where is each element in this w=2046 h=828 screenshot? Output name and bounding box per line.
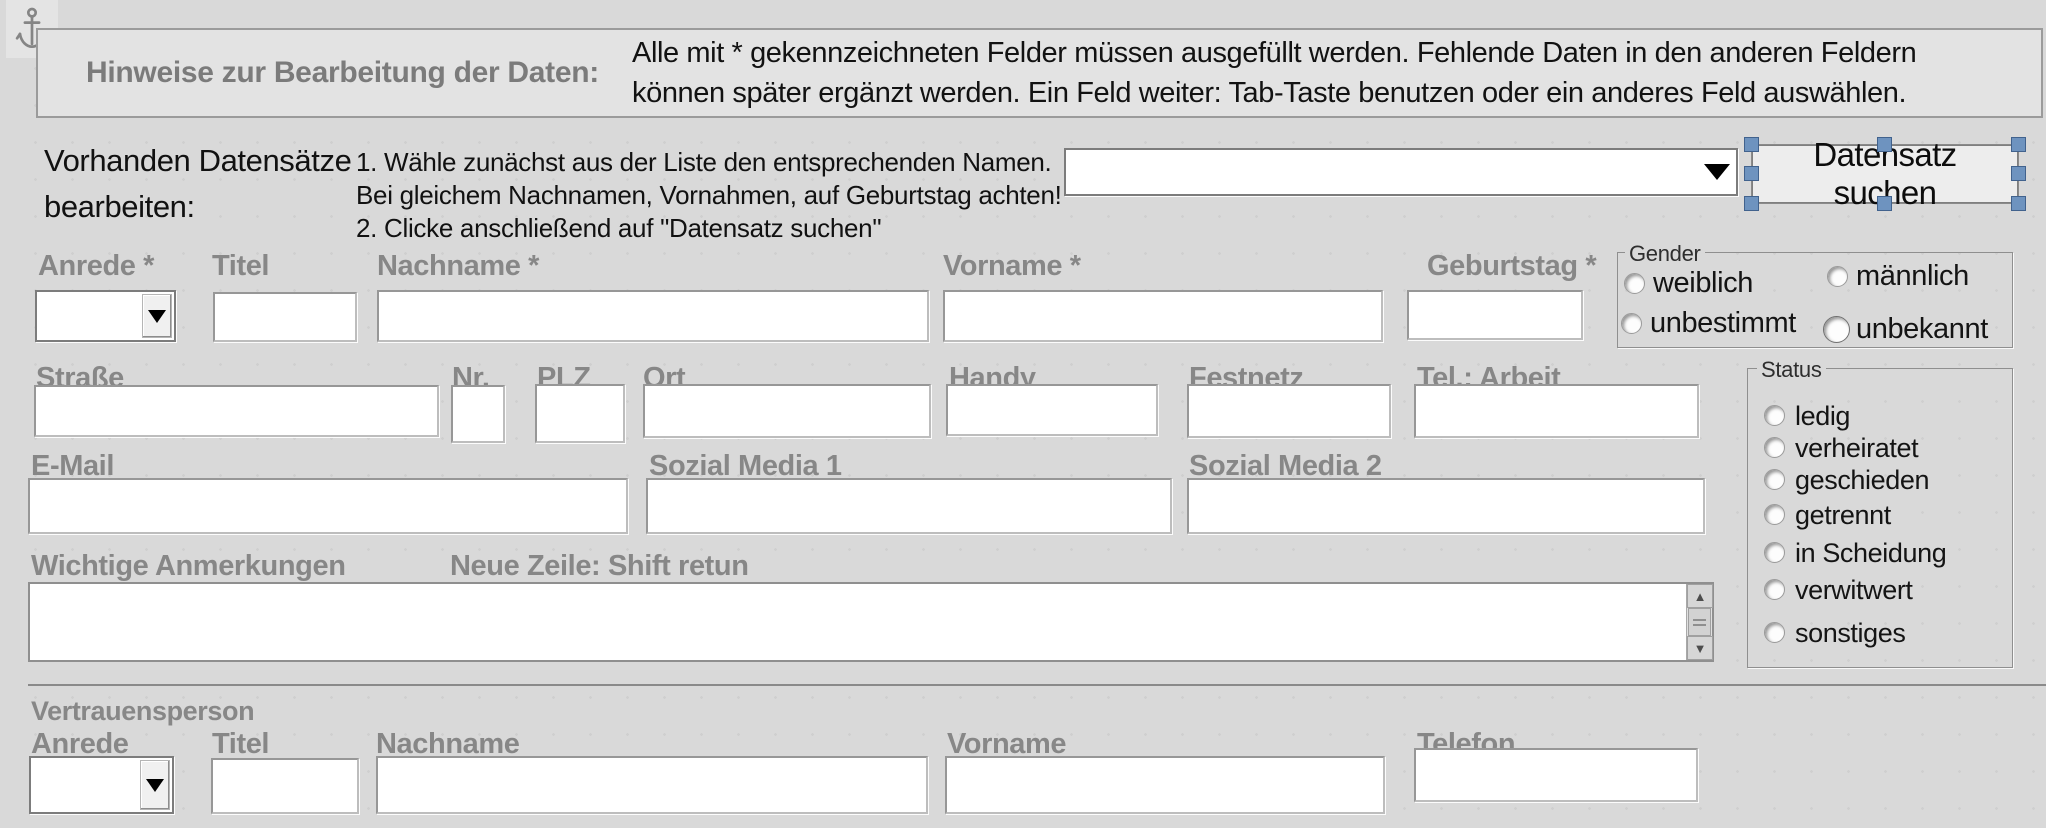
handy-input[interactable] xyxy=(946,384,1158,436)
status-radio-sonstiges[interactable] xyxy=(1764,622,1785,643)
vorname-label: Vorname * xyxy=(943,250,1081,283)
status-option-label[interactable]: getrennt xyxy=(1795,500,1891,531)
tel-arbeit-input[interactable] xyxy=(1414,384,1699,438)
titel-label: Titel xyxy=(212,250,269,283)
anrede-label: Anrede * xyxy=(38,250,154,283)
record-search-combobox[interactable] xyxy=(1064,148,1738,196)
section-divider xyxy=(28,684,2046,686)
dropdown-arrow-icon xyxy=(148,310,166,323)
gender-option-label[interactable]: unbekannt xyxy=(1856,313,1988,346)
sozial-media-1-input[interactable] xyxy=(646,478,1172,534)
trust-titel-label: Titel xyxy=(212,728,269,761)
gender-option-label[interactable]: unbestimmt xyxy=(1650,307,1796,340)
status-option-label[interactable]: in Scheidung xyxy=(1795,538,1946,569)
selection-handle-middle-left[interactable] xyxy=(1744,166,1759,181)
search-steps: 1. Wähle zunächst aus der Liste den ents… xyxy=(356,146,1062,245)
selection-handle-bottom-left[interactable] xyxy=(1744,196,1759,211)
search-step-1-note: Bei gleichem Nachnamen, Vornahmen, auf G… xyxy=(356,179,1062,212)
status-radio-verwitwert[interactable] xyxy=(1764,579,1785,600)
trust-anrede-dropdown[interactable] xyxy=(29,756,174,814)
scroll-up-button[interactable]: ▲ xyxy=(1687,584,1713,608)
email-input[interactable] xyxy=(28,478,628,534)
selection-handle-bottom-right[interactable] xyxy=(2011,196,2026,211)
anmerkungen-scrollbar[interactable]: ▲ ▼ xyxy=(1686,584,1712,660)
status-radio-getrennt[interactable] xyxy=(1764,504,1785,525)
search-step-1: 1. Wähle zunächst aus der Liste den ents… xyxy=(356,146,1062,179)
vorname-input[interactable] xyxy=(943,290,1383,342)
status-option-label[interactable]: verheiratet xyxy=(1795,433,1918,464)
gender-radio-weiblich[interactable] xyxy=(1624,273,1645,294)
status-option-label[interactable]: sonstiges xyxy=(1795,618,1905,649)
anmerkungen-hint: Neue Zeile: Shift retun xyxy=(450,550,749,583)
nachname-label: Nachname * xyxy=(377,250,539,283)
geburtstag-label: Geburtstag * xyxy=(1427,250,1596,283)
status-radio-in-scheidung[interactable] xyxy=(1764,542,1785,563)
selection-handle-top-left[interactable] xyxy=(1744,137,1759,152)
existing-records-label: Vorhanden Datensätze bearbeiten: xyxy=(44,138,351,230)
trust-nachname-input[interactable] xyxy=(376,756,928,814)
strasse-input[interactable] xyxy=(34,385,439,437)
festnetz-input[interactable] xyxy=(1187,384,1391,438)
status-option-label[interactable]: verwitwert xyxy=(1795,575,1913,606)
titel-input[interactable] xyxy=(213,292,357,342)
scroll-up-icon: ▲ xyxy=(1694,589,1707,604)
trust-anrede-dropdown-button[interactable] xyxy=(140,760,170,810)
scroll-down-button[interactable]: ▼ xyxy=(1687,636,1713,660)
status-radio-verheiratet[interactable] xyxy=(1764,437,1785,458)
gender-radio-unbekannt[interactable] xyxy=(1823,316,1850,343)
gender-option-label[interactable]: männlich xyxy=(1856,260,1969,293)
header-instructions: Alle mit * gekennzeichneten Felder müsse… xyxy=(632,30,1916,116)
gender-option-label[interactable]: weiblich xyxy=(1653,267,1753,300)
selection-handle-middle-right[interactable] xyxy=(2011,166,2026,181)
status-option-label[interactable]: ledig xyxy=(1795,401,1850,432)
trust-titel-input[interactable] xyxy=(211,758,359,814)
trust-telefon-input[interactable] xyxy=(1414,748,1698,802)
dropdown-arrow-icon xyxy=(1704,164,1730,180)
trust-vorname-input[interactable] xyxy=(945,756,1385,814)
sozial-media-2-input[interactable] xyxy=(1187,478,1705,534)
selection-handle-top-middle[interactable] xyxy=(1877,137,1892,152)
scroll-down-icon: ▼ xyxy=(1694,641,1707,656)
anrede-dropdown[interactable] xyxy=(35,290,176,342)
header-instruction-line1: Alle mit * gekennzeichneten Felder müsse… xyxy=(632,33,1916,73)
status-radio-ledig[interactable] xyxy=(1764,405,1785,426)
gender-radio-maennlich[interactable] xyxy=(1827,266,1848,287)
search-step-2: 2. Clicke anschließend auf "Datensatz su… xyxy=(356,212,1062,245)
dropdown-arrow-icon xyxy=(146,779,164,792)
gender-legend: Gender xyxy=(1625,241,1705,267)
ort-input[interactable] xyxy=(643,384,931,438)
header-note-box: Hinweise zur Bearbeitung der Daten: Alle… xyxy=(36,28,2043,118)
header-instruction-line2: können später ergänzt werden. Ein Feld w… xyxy=(632,73,1916,113)
search-button-selection: Datensatz suchen xyxy=(1752,145,2018,203)
record-search-input[interactable] xyxy=(1070,154,1684,190)
datensatz-suchen-button[interactable]: Datensatz suchen xyxy=(1752,145,2018,203)
anmerkungen-label: Wichtige Anmerkungen xyxy=(31,550,346,583)
status-legend: Status xyxy=(1757,357,1826,383)
plz-input[interactable] xyxy=(535,384,625,443)
geburtstag-input[interactable] xyxy=(1407,290,1583,340)
anmerkungen-textarea[interactable] xyxy=(28,582,1714,662)
status-option-label[interactable]: geschieden xyxy=(1795,465,1929,496)
vertrauensperson-section-label: Vertrauensperson xyxy=(31,696,254,727)
scrollbar-thumb[interactable] xyxy=(1688,608,1711,636)
gender-radio-unbestimmt[interactable] xyxy=(1621,313,1642,334)
record-search-dropdown-button[interactable] xyxy=(1704,150,1730,194)
nr-input[interactable] xyxy=(451,385,505,443)
status-radio-geschieden[interactable] xyxy=(1764,469,1785,490)
nachname-input[interactable] xyxy=(377,290,929,342)
anrede-dropdown-button[interactable] xyxy=(142,294,172,338)
data-entry-form: Hinweise zur Bearbeitung der Daten: Alle… xyxy=(0,0,2046,828)
selection-handle-bottom-middle[interactable] xyxy=(1877,196,1892,211)
selection-handle-top-right[interactable] xyxy=(2011,137,2026,152)
header-note-label: Hinweise zur Bearbeitung der Daten: xyxy=(86,30,599,116)
status-groupbox: ledig verheiratet geschieden getrennt in… xyxy=(1747,368,2013,668)
